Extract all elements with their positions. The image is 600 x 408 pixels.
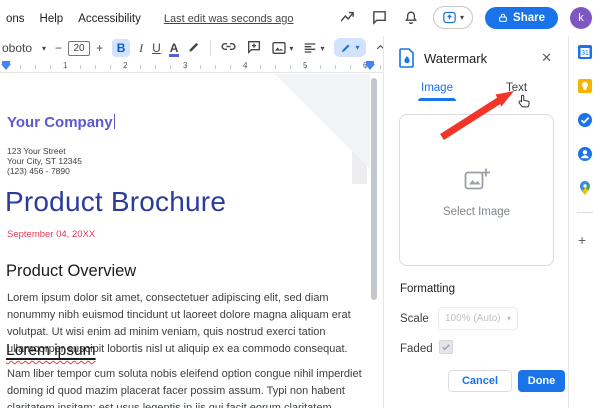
ruler-mark: 3 [183, 61, 188, 70]
insert-image-button[interactable]: ▾ [271, 40, 293, 56]
address-line: (123) 456 - 7890 [7, 166, 70, 177]
faded-checkbox[interactable] [439, 340, 453, 354]
horizontal-ruler[interactable]: 1 2 3 4 5 6 [0, 60, 383, 73]
keep-notes-icon[interactable] [577, 78, 593, 94]
document-activity-icon[interactable] [337, 8, 357, 28]
menu-item-accessibility[interactable]: Accessibility [78, 13, 141, 25]
chevron-down-icon: ▾ [460, 13, 465, 22]
chevron-down-icon: ▾ [320, 43, 325, 53]
italic-button[interactable]: I [139, 41, 143, 56]
scale-select[interactable]: 100% (Auto) ▾ [438, 307, 518, 330]
done-button[interactable]: Done [518, 370, 565, 392]
left-indent-marker[interactable] [1, 64, 11, 70]
side-panel-apps: 31 + [568, 36, 600, 408]
contacts-icon[interactable] [577, 146, 593, 162]
select-image-content: Select Image [400, 167, 553, 218]
text-cursor [113, 114, 116, 129]
highlight-color-button[interactable] [187, 40, 201, 57]
right-indent-marker[interactable] [365, 64, 375, 70]
format-toolbar: oboto ▾ − 20 + B I U A ▾ ▾ ⋯ [0, 36, 384, 60]
pencil-icon [342, 44, 350, 52]
watermark-panel: Watermark ✕ Image Text Select Image Form… [383, 36, 568, 408]
ruler-mark: 2 [123, 61, 128, 70]
tab-text[interactable]: Text [506, 82, 527, 94]
image-add-icon [464, 168, 490, 190]
app-window: ons Help Accessibility Last edit was sec… [0, 0, 600, 408]
font-size-control: − 20 + [55, 40, 103, 56]
panel-header: Watermark ✕ [384, 44, 568, 72]
svg-text:31: 31 [581, 50, 589, 57]
menu-item-help[interactable]: Help [40, 13, 64, 25]
account-avatar[interactable]: k [570, 6, 592, 29]
lock-icon [499, 13, 507, 22]
section-heading: Product Overview [6, 262, 137, 280]
scale-label: Scale [400, 313, 429, 325]
template-corner-decoration [275, 74, 370, 169]
select-image-dropzone[interactable]: Select Image [399, 114, 554, 266]
share-button[interactable]: Share [485, 6, 558, 29]
comment-add-icon [248, 40, 261, 54]
sidebar-divider [577, 212, 593, 213]
close-panel-button[interactable]: ✕ [541, 50, 552, 66]
chevron-down-icon: ▾ [42, 43, 47, 53]
formatting-section-label: Formatting [400, 283, 455, 295]
align-button[interactable]: ▾ [302, 40, 324, 56]
add-comment-button[interactable] [246, 39, 262, 58]
last-edit-link[interactable]: Last edit was seconds ago [164, 13, 294, 25]
link-icon [221, 42, 236, 51]
chevron-down-icon: ▾ [355, 43, 360, 52]
select-image-label: Select Image [442, 206, 511, 218]
get-addons-button[interactable]: + [578, 232, 586, 248]
menu-item-extensions[interactable]: ons [6, 13, 25, 25]
panel-title: Watermark [424, 51, 488, 66]
watermark-doc-icon [399, 48, 414, 68]
comment-history-icon[interactable] [369, 8, 389, 28]
chevron-down-icon: ▾ [289, 43, 294, 53]
bold-button[interactable]: B [112, 39, 131, 57]
document-title-text: Product Brochure [5, 186, 227, 217]
faded-label: Faded [400, 343, 433, 355]
insert-link-button[interactable] [220, 38, 237, 58]
address-line: Your City, ST 12345 [7, 156, 82, 167]
text-color-button[interactable]: A [168, 41, 180, 57]
top-actions: ▾ Share k [337, 6, 592, 29]
document-page[interactable]: Your Company 123 Your Street Your City, … [0, 74, 383, 408]
ruler-mark: 5 [303, 61, 308, 70]
body-paragraph: Nam liber tempor cum soluta nobis eleife… [7, 368, 362, 408]
font-size-input[interactable]: 20 [68, 40, 91, 56]
ruler-mark: 1 [63, 61, 68, 70]
document-date-text: September 04, 20XX [7, 229, 96, 240]
scale-value: 100% (Auto) [445, 313, 501, 324]
maps-icon[interactable] [577, 180, 593, 196]
subheading: Lorem ipsum [6, 342, 96, 359]
highlighter-icon [189, 42, 199, 52]
cancel-button[interactable]: Cancel [448, 370, 512, 392]
tasks-icon[interactable] [577, 112, 593, 128]
document-scrollbar[interactable] [371, 78, 377, 300]
company-address: 123 Your Street Your City, ST 12345 (123… [7, 146, 82, 177]
underline-button[interactable]: U [152, 41, 161, 55]
increase-font-button[interactable]: + [96, 41, 103, 55]
ruler-mark: 4 [243, 61, 248, 70]
menu-bar: ons Help Accessibility Last edit was sec… [6, 13, 293, 25]
editing-mode-button[interactable]: ▾ [334, 38, 366, 57]
notifications-bell-icon[interactable] [401, 8, 421, 28]
watermark-tabs: Image Text [384, 76, 568, 104]
decrease-font-button[interactable]: − [55, 41, 62, 55]
tab-image[interactable]: Image [418, 82, 456, 101]
company-name-text: Your Company [7, 114, 116, 131]
font-family-select[interactable]: oboto ▾ [2, 41, 46, 55]
image-icon [272, 42, 287, 54]
chevron-down-icon: ▾ [506, 314, 511, 323]
address-line: 123 Your Street [7, 146, 66, 156]
check-icon [442, 344, 450, 351]
calendar-icon[interactable]: 31 [577, 44, 593, 60]
toolbar-divider [210, 40, 212, 56]
align-left-icon [305, 43, 316, 53]
top-bar: ons Help Accessibility Last edit was sec… [0, 0, 600, 36]
join-call-button[interactable]: ▾ [433, 6, 474, 29]
